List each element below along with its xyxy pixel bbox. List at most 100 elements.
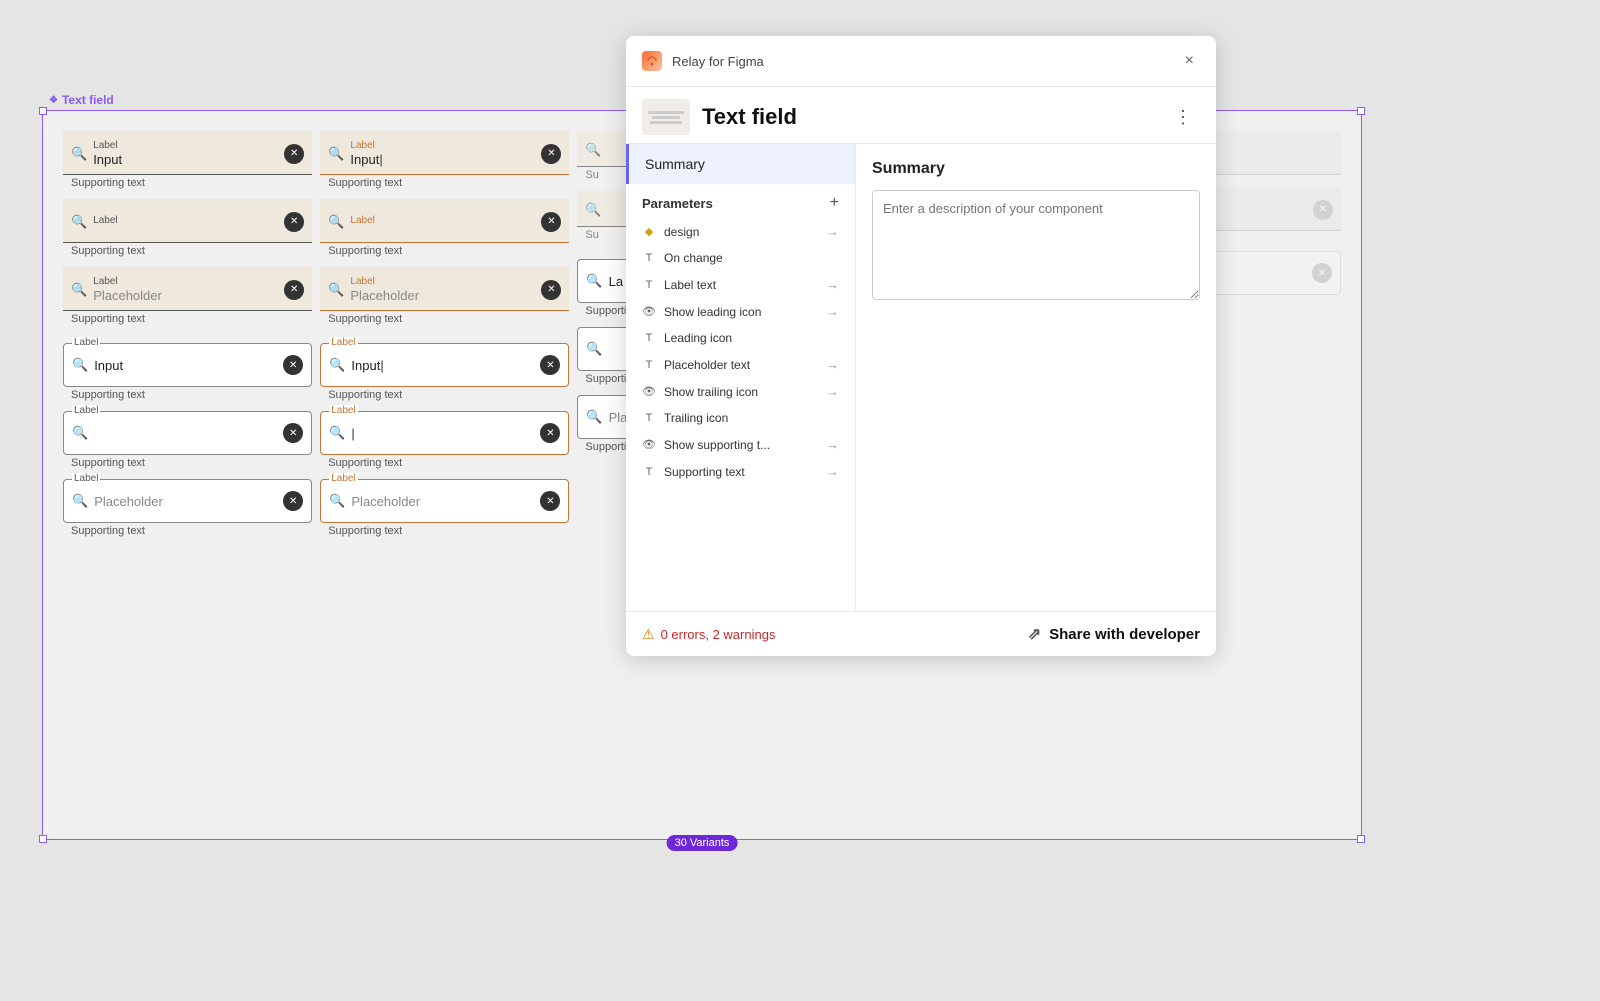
text-type-icon: T: [642, 411, 656, 425]
search-icon: 🔍: [585, 202, 601, 218]
variant-item: Label 🔍 ✕ Supporting text: [63, 411, 312, 471]
clear-button[interactable]: ✕: [284, 280, 304, 300]
param-left: T Leading icon: [642, 331, 732, 345]
param-name: Trailing icon: [664, 411, 728, 425]
param-item-leading-icon[interactable]: T Leading icon: [626, 325, 855, 351]
text-field-filled-focused[interactable]: 🔍 Label ✕: [320, 199, 569, 243]
clear-button[interactable]: ✕: [283, 355, 303, 375]
clear-button[interactable]: ✕: [283, 491, 303, 511]
param-left: ◆ design: [642, 225, 699, 239]
param-arrow: →: [826, 437, 839, 452]
param-item-label-text[interactable]: T Label text →: [626, 271, 855, 298]
clear-button[interactable]: ✕: [541, 212, 561, 232]
component-title-area: Text field: [642, 99, 797, 135]
input-text: Input|: [351, 358, 534, 373]
text-field-outlined-focused[interactable]: Label 🔍 | ✕: [320, 411, 569, 455]
variant-item: 🔍 Label ✕ Supporting text: [63, 199, 312, 259]
text-field-outlined[interactable]: Label 🔍 ✕: [63, 411, 312, 455]
panel-close-button[interactable]: ×: [1179, 50, 1200, 72]
input-text: Input: [94, 358, 277, 373]
text-field-filled[interactable]: 🔍 Label ✕: [63, 199, 312, 243]
param-item-supporting-text[interactable]: T Supporting text →: [626, 458, 855, 485]
label-text: Label: [329, 405, 357, 416]
text-type-icon: T: [642, 331, 656, 345]
clear-button[interactable]: ✕: [540, 423, 560, 443]
clear-button[interactable]: ✕: [284, 212, 304, 232]
thumb-line-3: [650, 121, 682, 124]
error-warning-area: ⚠ 0 errors, 2 warnings: [642, 626, 775, 643]
errors-text: 0 errors, 2 warnings: [661, 627, 776, 642]
param-left: T Placeholder text: [642, 358, 750, 372]
variant-item: Label 🔍 Placeholder ✕ Supporting text: [320, 479, 569, 539]
search-icon: 🔍: [328, 214, 344, 230]
sidebar-summary-tab[interactable]: Summary: [626, 144, 855, 184]
param-arrow: →: [826, 464, 839, 479]
eye-icon: 👁: [642, 385, 656, 399]
text-field-filled[interactable]: 🔍 Label Input ✕: [63, 131, 312, 175]
param-item-placeholder-text[interactable]: T Placeholder text →: [626, 351, 855, 378]
corner-handle-br[interactable]: [1357, 835, 1365, 843]
text-field-filled-focused[interactable]: 🔍 Label Input| ✕: [320, 131, 569, 175]
variant-item: Label 🔍 Input ✕ Supporting text: [63, 343, 312, 403]
param-name: Leading icon: [664, 331, 732, 345]
text-field-outlined[interactable]: Label 🔍 Input ✕: [63, 343, 312, 387]
search-icon: 🔍: [586, 273, 602, 289]
input-text: Input: [93, 152, 278, 167]
clear-button[interactable]: ✕: [541, 144, 561, 164]
description-textarea[interactable]: [872, 190, 1200, 300]
share-with-developer-button[interactable]: ⇗ Share with developer: [1028, 624, 1200, 644]
panel-title-row: Relay for Figma: [642, 51, 764, 71]
label-text: Label: [93, 141, 278, 151]
variant-item: Label 🔍 | ✕ Supporting text: [320, 411, 569, 471]
search-icon: 🔍: [328, 146, 344, 162]
text-field-outlined-focused[interactable]: Label 🔍 Placeholder ✕: [320, 479, 569, 523]
diamond-icon: ◆: [642, 225, 656, 239]
input-text: |: [351, 426, 534, 441]
warning-icon: ⚠: [642, 626, 655, 643]
text-field-outlined[interactable]: Label 🔍 Placeholder ✕: [63, 479, 312, 523]
clear-button[interactable]: ✕: [541, 280, 561, 300]
search-icon: 🔍: [71, 214, 87, 230]
search-icon: 🔍: [586, 409, 602, 425]
clear-button[interactable]: ✕: [284, 144, 304, 164]
param-item-show-trailing-icon[interactable]: 👁 Show trailing icon →: [626, 378, 855, 405]
panel-sidebar: Summary Parameters + ◆ design → T: [626, 144, 856, 611]
panel-body: Summary Parameters + ◆ design → T: [626, 144, 1216, 611]
text-field-outlined-focused[interactable]: Label 🔍 Input| ✕: [320, 343, 569, 387]
panel-main-content: Summary: [856, 144, 1216, 611]
search-icon: 🔍: [328, 282, 344, 298]
text-field-filled[interactable]: 🔍 Label Placeholder ✕: [63, 267, 312, 311]
variant-item: 🔍 Label ✕ Supporting text: [320, 199, 569, 259]
corner-handle-bl[interactable]: [39, 835, 47, 843]
param-name: design: [664, 225, 699, 239]
text-type-icon: T: [642, 465, 656, 479]
eye-icon: 👁: [642, 438, 656, 452]
clear-button[interactable]: ✕: [540, 491, 560, 511]
label-text: Label: [72, 337, 100, 348]
search-icon: 🔍: [329, 425, 345, 441]
param-left: T Label text: [642, 278, 716, 292]
supporting-text: Supporting text: [63, 311, 312, 327]
param-name: Label text: [664, 278, 716, 292]
supporting-text: Supporting text: [320, 455, 569, 471]
clear-button[interactable]: ✕: [283, 423, 303, 443]
clear-button[interactable]: ✕: [540, 355, 560, 375]
param-item-trailing-icon[interactable]: T Trailing icon: [626, 405, 855, 431]
param-item-show-supporting-text[interactable]: 👁 Show supporting t... →: [626, 431, 855, 458]
corner-handle-tl[interactable]: [39, 107, 47, 115]
variant-item: 🔍 Label Placeholder ✕ Supporting text: [320, 267, 569, 327]
corner-handle-tr[interactable]: [1357, 107, 1365, 115]
param-item-on-change[interactable]: T On change: [626, 245, 855, 271]
text-field-filled-focused[interactable]: 🔍 Label Placeholder ✕: [320, 267, 569, 311]
text-type-icon: T: [642, 251, 656, 265]
add-parameter-button[interactable]: +: [830, 194, 839, 212]
param-item-design[interactable]: ◆ design →: [626, 218, 855, 245]
thumb-line-2: [652, 116, 680, 119]
relay-icon: [642, 51, 662, 71]
more-options-button[interactable]: ⋮: [1166, 105, 1200, 130]
supporting-text: Supporting text: [320, 175, 569, 191]
param-arrow: →: [826, 224, 839, 239]
param-left: T On change: [642, 251, 723, 265]
param-item-show-leading-icon[interactable]: 👁 Show leading icon →: [626, 298, 855, 325]
component-thumbnail: [642, 99, 690, 135]
